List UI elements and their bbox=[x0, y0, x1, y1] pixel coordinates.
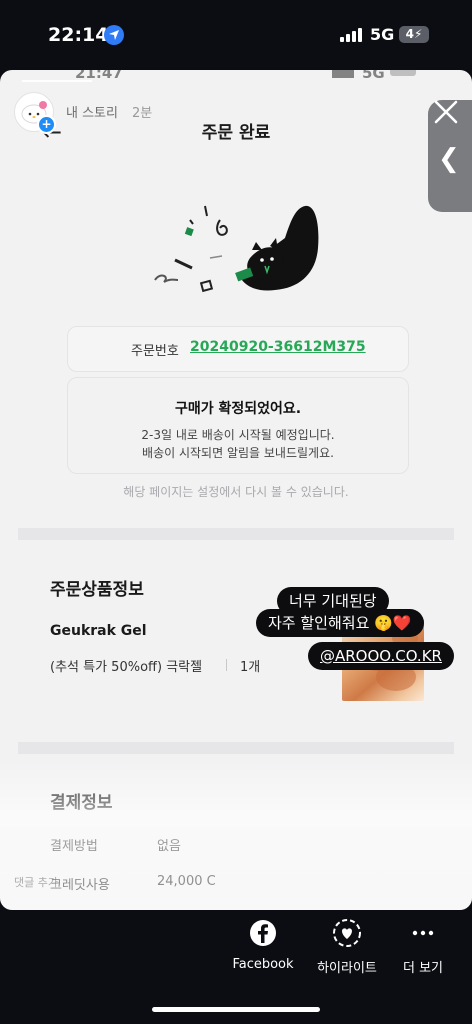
location-arrow-icon bbox=[104, 25, 124, 45]
order-number-label: 주문번호 bbox=[131, 344, 179, 359]
cat-illustration bbox=[154, 205, 319, 293]
credit-usage-value: 24,000 C bbox=[157, 874, 216, 889]
option-separator bbox=[226, 659, 227, 671]
credit-usage-label: 크레딧사용 bbox=[50, 878, 110, 893]
battery-icon: 4⚡ bbox=[399, 26, 429, 43]
order-number-box: 주문번호 20240920-36612M375 bbox=[67, 326, 409, 372]
ghost-battery-icon bbox=[390, 70, 416, 76]
highlight-heart-icon bbox=[332, 918, 362, 948]
chevron-left-icon: ❮ bbox=[438, 144, 460, 174]
mention-sticker[interactable]: @AROOO.CO.KR bbox=[308, 642, 454, 670]
text-sticker-line2[interactable]: 자주 할인해줘요 🤫❤️ bbox=[256, 609, 424, 637]
cellular-signal-icon bbox=[340, 28, 364, 42]
settings-note: 해당 페이지는 설정에서 다시 볼 수 있습니다. bbox=[123, 485, 349, 499]
comment-placeholder[interactable]: 댓글 추가 bbox=[14, 874, 58, 890]
payment-method-label: 결제방법 bbox=[50, 839, 98, 854]
facebook-icon bbox=[248, 918, 278, 948]
facebook-label: Facebook bbox=[232, 957, 294, 972]
story-card[interactable]: 21:47 5G ← 주문 완료 주문번호 20240920-36612M375… bbox=[0, 70, 472, 910]
network-type: 5G bbox=[370, 25, 395, 44]
add-story-icon[interactable]: + bbox=[37, 115, 56, 134]
battery-level: 4 bbox=[405, 27, 414, 41]
order-number-link: 20240920-36612M375 bbox=[190, 339, 366, 355]
product-option: (추석 특가 50%off) 극락젤 bbox=[50, 660, 203, 675]
purchase-confirmed-box: 구매가 확정되었어요. 2-3일 내로 배송이 시작될 예정입니다. 배송이 시… bbox=[67, 377, 409, 474]
facebook-button[interactable]: Facebook bbox=[218, 918, 308, 972]
product-quantity: 1개 bbox=[240, 660, 261, 675]
section-divider bbox=[18, 528, 454, 540]
confirm-title: 구매가 확정되었어요. bbox=[174, 401, 302, 417]
close-icon[interactable] bbox=[432, 98, 460, 126]
section-divider bbox=[18, 742, 454, 754]
more-button[interactable]: 더 보기 bbox=[378, 918, 468, 976]
story-username[interactable]: 내 스토리 bbox=[66, 102, 118, 121]
story-progress-bar bbox=[22, 80, 92, 82]
payment-method-value: 없음 bbox=[157, 839, 181, 854]
status-time: 22:14 bbox=[48, 24, 109, 46]
ghost-network: 5G bbox=[362, 70, 385, 82]
confirm-notice-text: 배송이 시작되면 알림을 보내드릴게요. bbox=[142, 446, 334, 460]
payment-info-title: 결제정보 bbox=[50, 793, 113, 813]
home-indicator[interactable] bbox=[152, 1007, 320, 1012]
product-info-title: 주문상품정보 bbox=[50, 580, 144, 600]
more-label: 더 보기 bbox=[402, 961, 443, 976]
status-bar: 22:14 5G 4⚡ bbox=[0, 0, 472, 70]
product-name: Geukrak Gel bbox=[50, 623, 147, 639]
avatar[interactable]: + bbox=[14, 92, 56, 134]
confirm-shipping-text: 2-3일 내로 배송이 시작될 예정입니다. bbox=[141, 428, 335, 442]
story-timestamp: 2분 bbox=[132, 106, 153, 121]
ghost-signal-icon bbox=[332, 70, 354, 78]
more-dots-icon bbox=[408, 918, 438, 948]
story-actions-bar: Facebook 하이라이트 더 보기 bbox=[0, 918, 472, 988]
page-title: 주문 완료 bbox=[201, 123, 271, 143]
